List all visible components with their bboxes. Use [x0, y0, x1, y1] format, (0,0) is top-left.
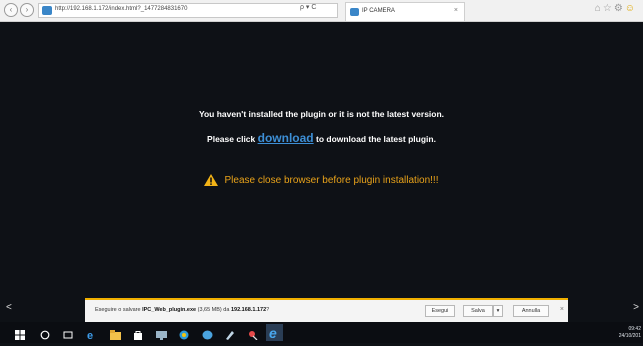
browser-toolbar-icons: ⌂☆⚙☺	[595, 3, 637, 14]
feedback-smiley-icon[interactable]: ☺	[625, 3, 637, 14]
windows-taskbar: e e 09:42 24/10/201	[0, 322, 643, 343]
svg-text:e: e	[87, 330, 93, 340]
clock-time: 09:42	[628, 326, 641, 332]
download-prompt-suffix: ?	[266, 307, 270, 313]
paint-app-icon[interactable]	[225, 327, 236, 340]
forward-button[interactable]: ›	[20, 3, 34, 17]
messenger-app-icon[interactable]	[202, 327, 213, 340]
pin-app-icon[interactable]	[248, 327, 259, 341]
download-link[interactable]: download	[258, 131, 314, 145]
task-view-icon[interactable]	[63, 327, 74, 339]
start-windows-icon[interactable]	[15, 327, 26, 340]
download-instruction: Please click download to download the la…	[0, 131, 643, 145]
instruction-prefix: Please click	[207, 134, 258, 144]
download-filename: IPC_Web_plugin.exe	[142, 307, 197, 313]
system-clock[interactable]: 09:42 24/10/201	[619, 326, 641, 340]
svg-text:e: e	[269, 325, 277, 341]
edge-browser-icon[interactable]: e	[86, 327, 97, 342]
tab-title: IP CAMERA	[362, 8, 395, 14]
page-content: You haven't installed the plugin or it i…	[0, 22, 643, 298]
instruction-suffix: to download the latest plugin.	[313, 134, 436, 144]
file-explorer-icon[interactable]	[110, 327, 121, 340]
address-bar[interactable]: http://192.168.1.172/index.html?_1477284…	[38, 3, 338, 18]
tab-close-icon[interactable]: ×	[454, 7, 458, 14]
warning-triangle-icon	[204, 174, 219, 189]
warning-message: Please close browser before plugin insta…	[0, 174, 643, 189]
address-url: http://192.168.1.172/index.html?_1477284…	[55, 6, 188, 12]
download-prompt-prefix: Eseguire o salvare	[95, 307, 143, 313]
browser-tab[interactable]: IP CAMERA ×	[345, 2, 465, 21]
clock-date: 24/10/201	[618, 333, 641, 339]
back-button[interactable]: ‹	[4, 3, 18, 17]
address-search-refresh-icons[interactable]: ρ ▾ C	[300, 3, 316, 11]
app-ball-icon[interactable]	[179, 327, 190, 340]
settings-gear-icon[interactable]: ⚙	[614, 3, 625, 14]
scroll-right-arrow-icon[interactable]: >	[633, 302, 639, 313]
plugin-not-installed-message: You haven't installed the plugin or it i…	[198, 109, 445, 119]
page-favicon-icon	[42, 6, 52, 15]
home-icon[interactable]: ⌂	[595, 3, 603, 14]
screen-app-icon[interactable]	[156, 327, 167, 340]
download-prompt: Eseguire o salvare IPC_Web_plugin.exe (3…	[95, 307, 269, 313]
internet-explorer-icon[interactable]: e	[266, 324, 283, 341]
save-dropdown-button[interactable]: ▾	[493, 305, 503, 317]
close-download-bar-icon[interactable]: ×	[560, 306, 564, 313]
store-bag-icon[interactable]	[133, 327, 144, 340]
favorites-star-icon[interactable]: ☆	[603, 3, 614, 14]
download-notification-bar: Eseguire o salvare IPC_Web_plugin.exe (3…	[85, 298, 568, 322]
search-circle-icon[interactable]	[40, 327, 51, 340]
tab-favicon-icon	[350, 8, 359, 16]
scroll-left-arrow-icon[interactable]: <	[6, 302, 12, 313]
browser-toolbar: ‹ › http://192.168.1.172/index.html?_147…	[0, 0, 643, 22]
warning-text: Please close browser before plugin insta…	[224, 175, 439, 186]
run-button[interactable]: Esegui	[425, 305, 455, 317]
download-host: 192.168.1.172	[230, 307, 267, 313]
save-button[interactable]: Salva	[463, 305, 493, 317]
cancel-button[interactable]: Annulla	[513, 305, 549, 317]
download-size: (3,65 MB) da	[196, 307, 231, 313]
